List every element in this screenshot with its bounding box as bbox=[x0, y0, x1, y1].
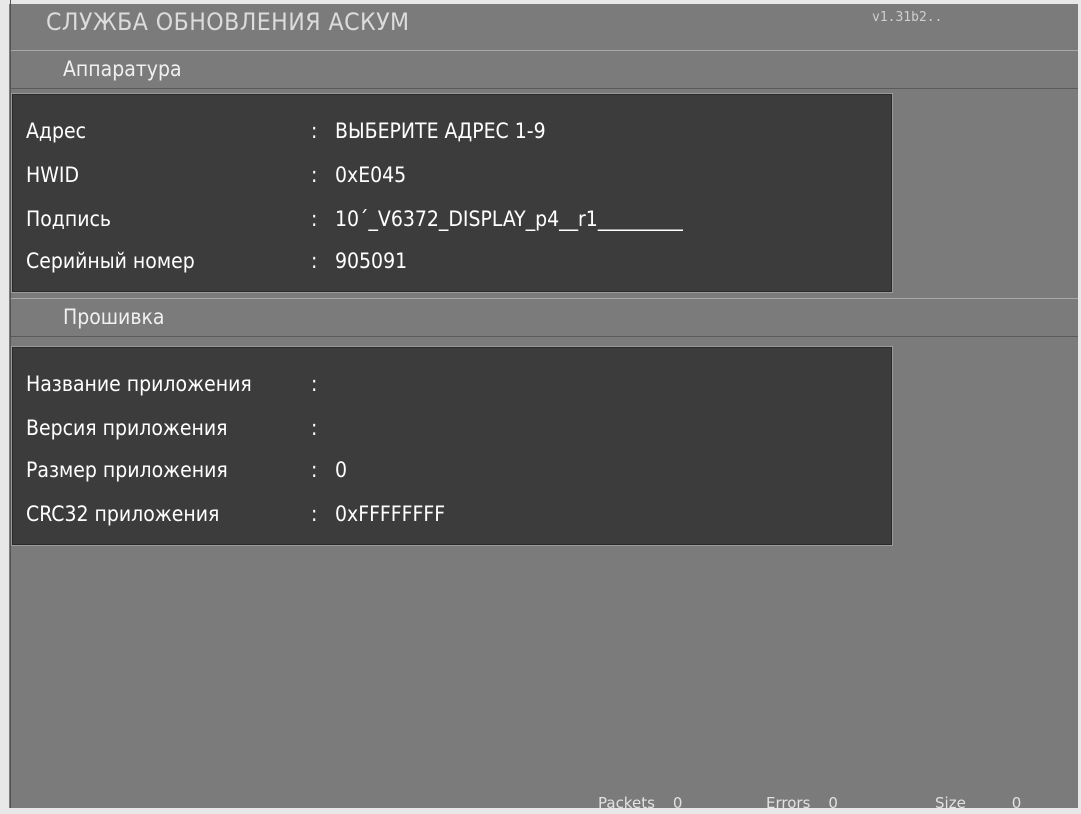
hardware-row-serial: Серийный номер:905091 bbox=[26, 249, 407, 273]
status-size: Size 0 bbox=[935, 794, 1021, 812]
hardware-value: 0xE045 bbox=[335, 163, 407, 187]
hardware-key: Адрес bbox=[26, 119, 86, 143]
firmware-key: Размер приложения bbox=[26, 458, 228, 482]
firmware-key: Название приложения bbox=[26, 372, 252, 396]
firmware-row-app-version: Версия приложения: bbox=[26, 416, 335, 440]
hardware-key: Подпись bbox=[26, 207, 111, 231]
firmware-key: CRC32 приложения bbox=[26, 502, 220, 526]
hardware-value: 905091 bbox=[335, 249, 408, 273]
section-title-firmware: Прошивка bbox=[63, 305, 165, 329]
hardware-value: ВЫБЕРИТЕ АДРЕС 1-9 bbox=[335, 119, 546, 143]
firmware-row-crc32: CRC32 приложения:0xFFFFFFFF bbox=[26, 502, 445, 526]
separator: : bbox=[311, 458, 318, 482]
status-packets: Packets 0 bbox=[598, 794, 682, 812]
section-title-hardware: Аппаратура bbox=[63, 57, 182, 81]
hardware-row-signature: Подпись:10´_V6372_DISPLAY_p4__r1________… bbox=[26, 207, 683, 231]
separator: : bbox=[311, 502, 318, 526]
firmware-value: 0 bbox=[335, 458, 348, 482]
firmware-key: Версия приложения bbox=[26, 416, 228, 440]
app-title: СЛУЖБА ОБНОВЛЕНИЯ АСКУМ bbox=[46, 8, 410, 36]
status-size-label: Size bbox=[935, 794, 966, 812]
window-frame-left bbox=[0, 0, 9, 814]
firmware-value: 0xFFFFFFFF bbox=[335, 502, 446, 526]
hardware-key: HWID bbox=[26, 163, 80, 187]
hardware-value: 10´_V6372_DISPLAY_p4__r1_________ bbox=[335, 207, 683, 231]
status-size-value: 0 bbox=[1011, 794, 1022, 812]
section-header-hardware: Аппаратура bbox=[11, 50, 1078, 89]
window-frame-bottom bbox=[0, 808, 1081, 814]
firmware-row-app-name: Название приложения: bbox=[26, 372, 335, 396]
separator: : bbox=[311, 207, 318, 231]
separator: : bbox=[311, 249, 318, 273]
hardware-row-hwid: HWID:0xE045 bbox=[26, 163, 406, 187]
hardware-panel: Адрес: ВЫБЕРИТЕ АДРЕС 1-9 HWID:0xE045 Под… bbox=[11, 93, 893, 293]
separator: : bbox=[311, 416, 318, 440]
status-packets-value: 0 bbox=[672, 794, 683, 812]
firmware-panel: Название приложения: Версия приложения: … bbox=[11, 346, 893, 546]
app-version: v1.31b2.. bbox=[872, 10, 943, 25]
separator: : bbox=[311, 372, 318, 396]
window-frame-top bbox=[0, 0, 1081, 4]
status-errors-value: 0 bbox=[828, 794, 838, 812]
section-header-firmware: Прошивка bbox=[11, 298, 1078, 337]
hardware-key: Серийный номер bbox=[26, 249, 195, 273]
status-packets-label: Packets bbox=[598, 794, 655, 812]
hardware-row-address: Адрес: ВЫБЕРИТЕ АДРЕС 1-9 bbox=[26, 119, 546, 143]
status-errors: Errors 0 bbox=[766, 794, 838, 812]
separator: : bbox=[311, 119, 318, 143]
firmware-row-app-size: Размер приложения:0 bbox=[26, 458, 347, 482]
separator: : bbox=[311, 163, 318, 187]
status-errors-label: Errors bbox=[766, 794, 811, 812]
